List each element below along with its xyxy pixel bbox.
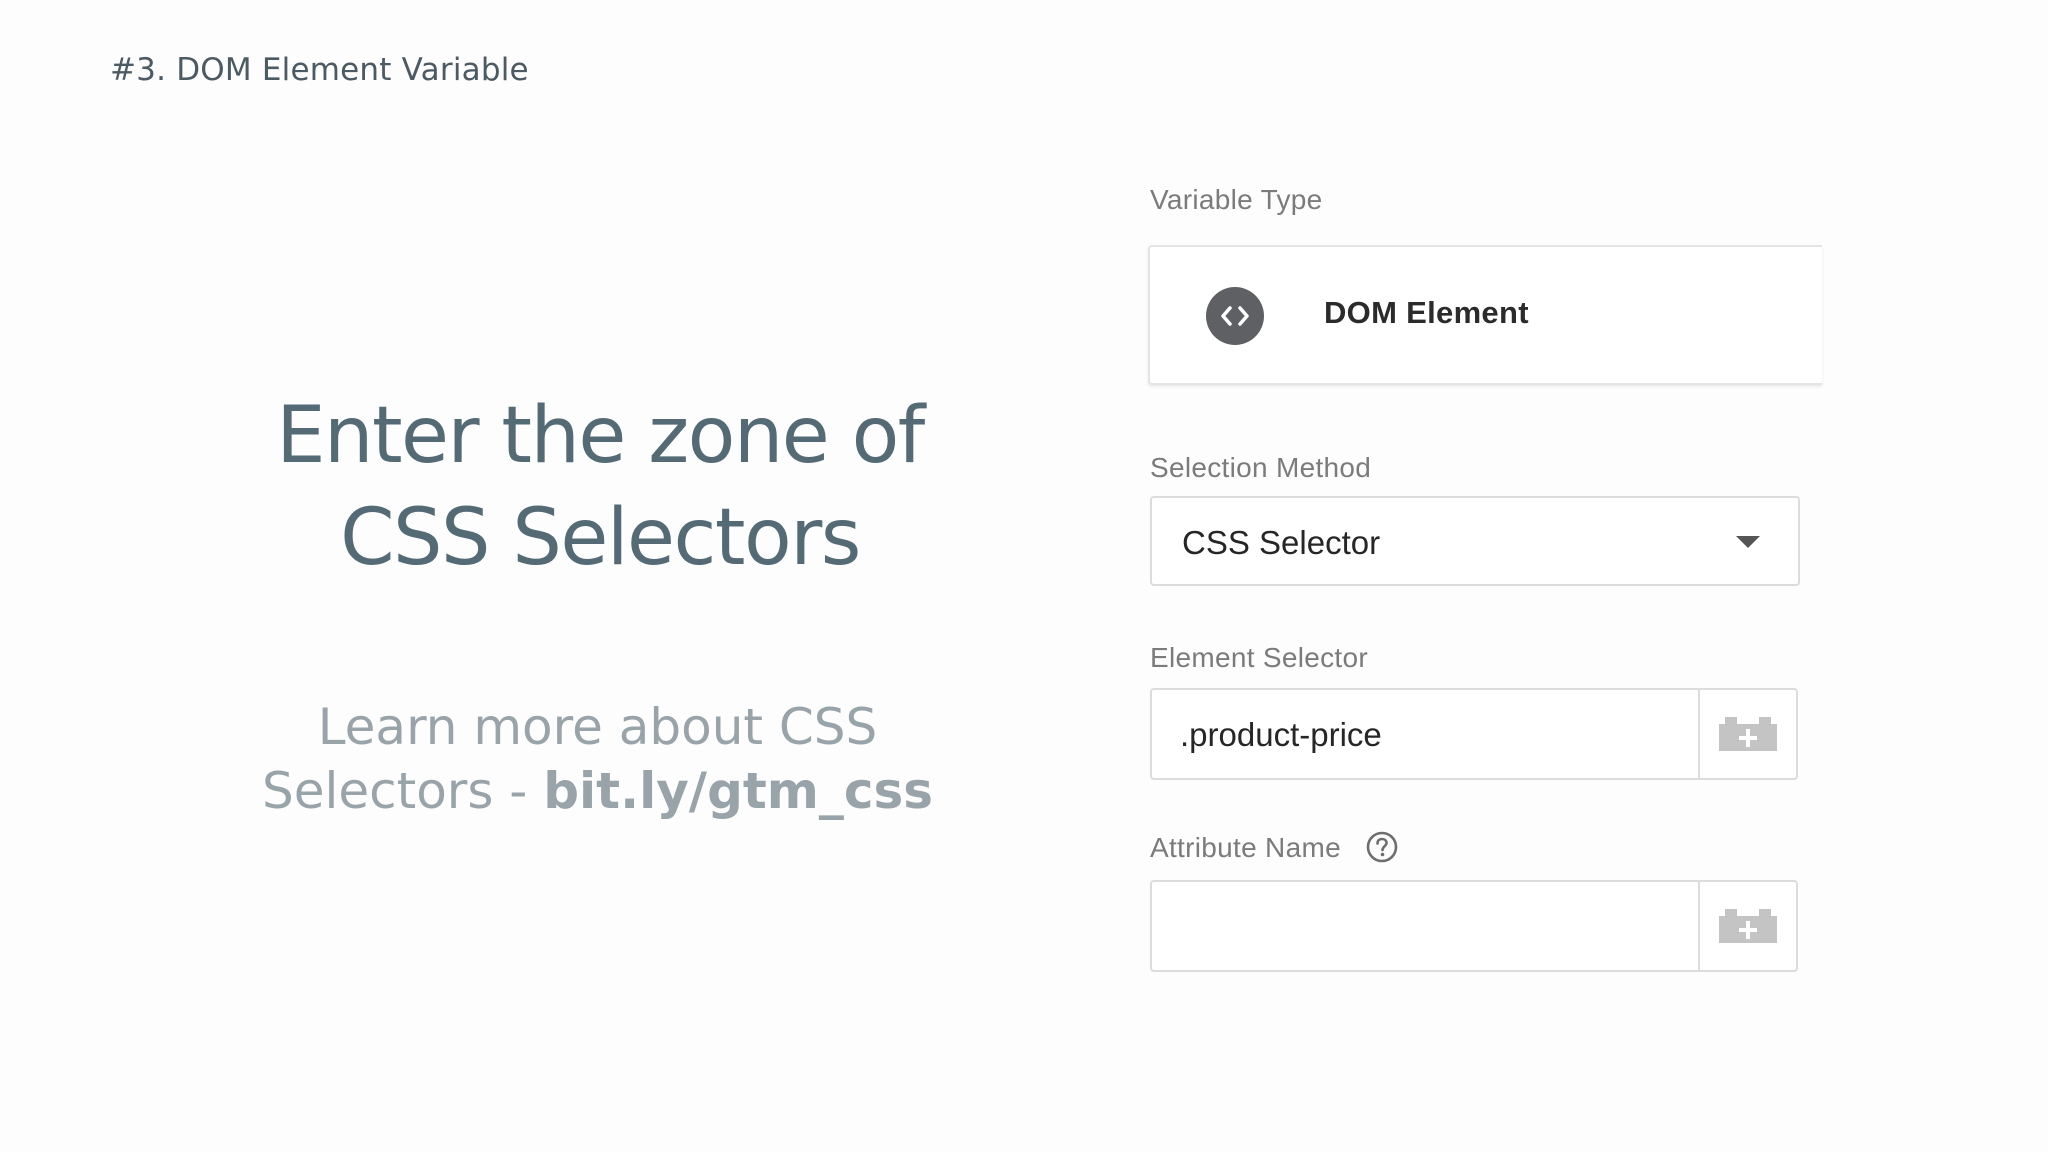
- selection-method-value: CSS Selector: [1182, 524, 1381, 561]
- variable-type-label: Variable Type: [1150, 184, 1323, 215]
- selection-method-dropdown[interactable]: CSS Selector: [1150, 496, 1800, 586]
- headline-line-1: Enter the zone of: [276, 391, 925, 481]
- code-brackets-icon: [1206, 287, 1264, 345]
- variable-type-name: DOM Element: [1324, 295, 1529, 330]
- attribute-name-field[interactable]: [1150, 880, 1798, 972]
- learn-more-text: Learn more about CSS Selectors - bit.ly/…: [200, 695, 995, 823]
- lego-brick-add-icon: [1719, 909, 1777, 943]
- lego-brick-add-icon: [1719, 717, 1777, 751]
- dropdown-arrow-icon: [1736, 536, 1760, 548]
- element-selector-variable-button[interactable]: [1698, 690, 1796, 778]
- attribute-name-variable-button[interactable]: [1698, 882, 1796, 970]
- variable-type-card[interactable]: DOM Element: [1148, 245, 1822, 385]
- attribute-name-text: Attribute Name: [1150, 832, 1341, 863]
- element-selector-label: Element Selector: [1150, 642, 1369, 673]
- question-circle-icon[interactable]: [1365, 830, 1399, 864]
- attribute-name-label: Attribute Name: [1150, 830, 1399, 864]
- slide-section-label: #3. DOM Element Variable: [110, 52, 529, 88]
- headline-line-2: CSS Selectors: [340, 493, 861, 583]
- learn-more-line-2: Selectors - bit.ly/gtm_css: [200, 759, 995, 823]
- learn-more-prefix: Selectors -: [261, 762, 544, 820]
- gtm-css-link[interactable]: bit.ly/gtm_css: [543, 762, 933, 820]
- slide-headline: Enter the zone of CSS Selectors: [200, 385, 1000, 589]
- selection-method-label: Selection Method: [1150, 452, 1372, 483]
- element-selector-input[interactable]: .product-price: [1180, 716, 1382, 754]
- element-selector-field[interactable]: .product-price: [1150, 688, 1798, 780]
- learn-more-line-1: Learn more about CSS: [317, 698, 878, 756]
